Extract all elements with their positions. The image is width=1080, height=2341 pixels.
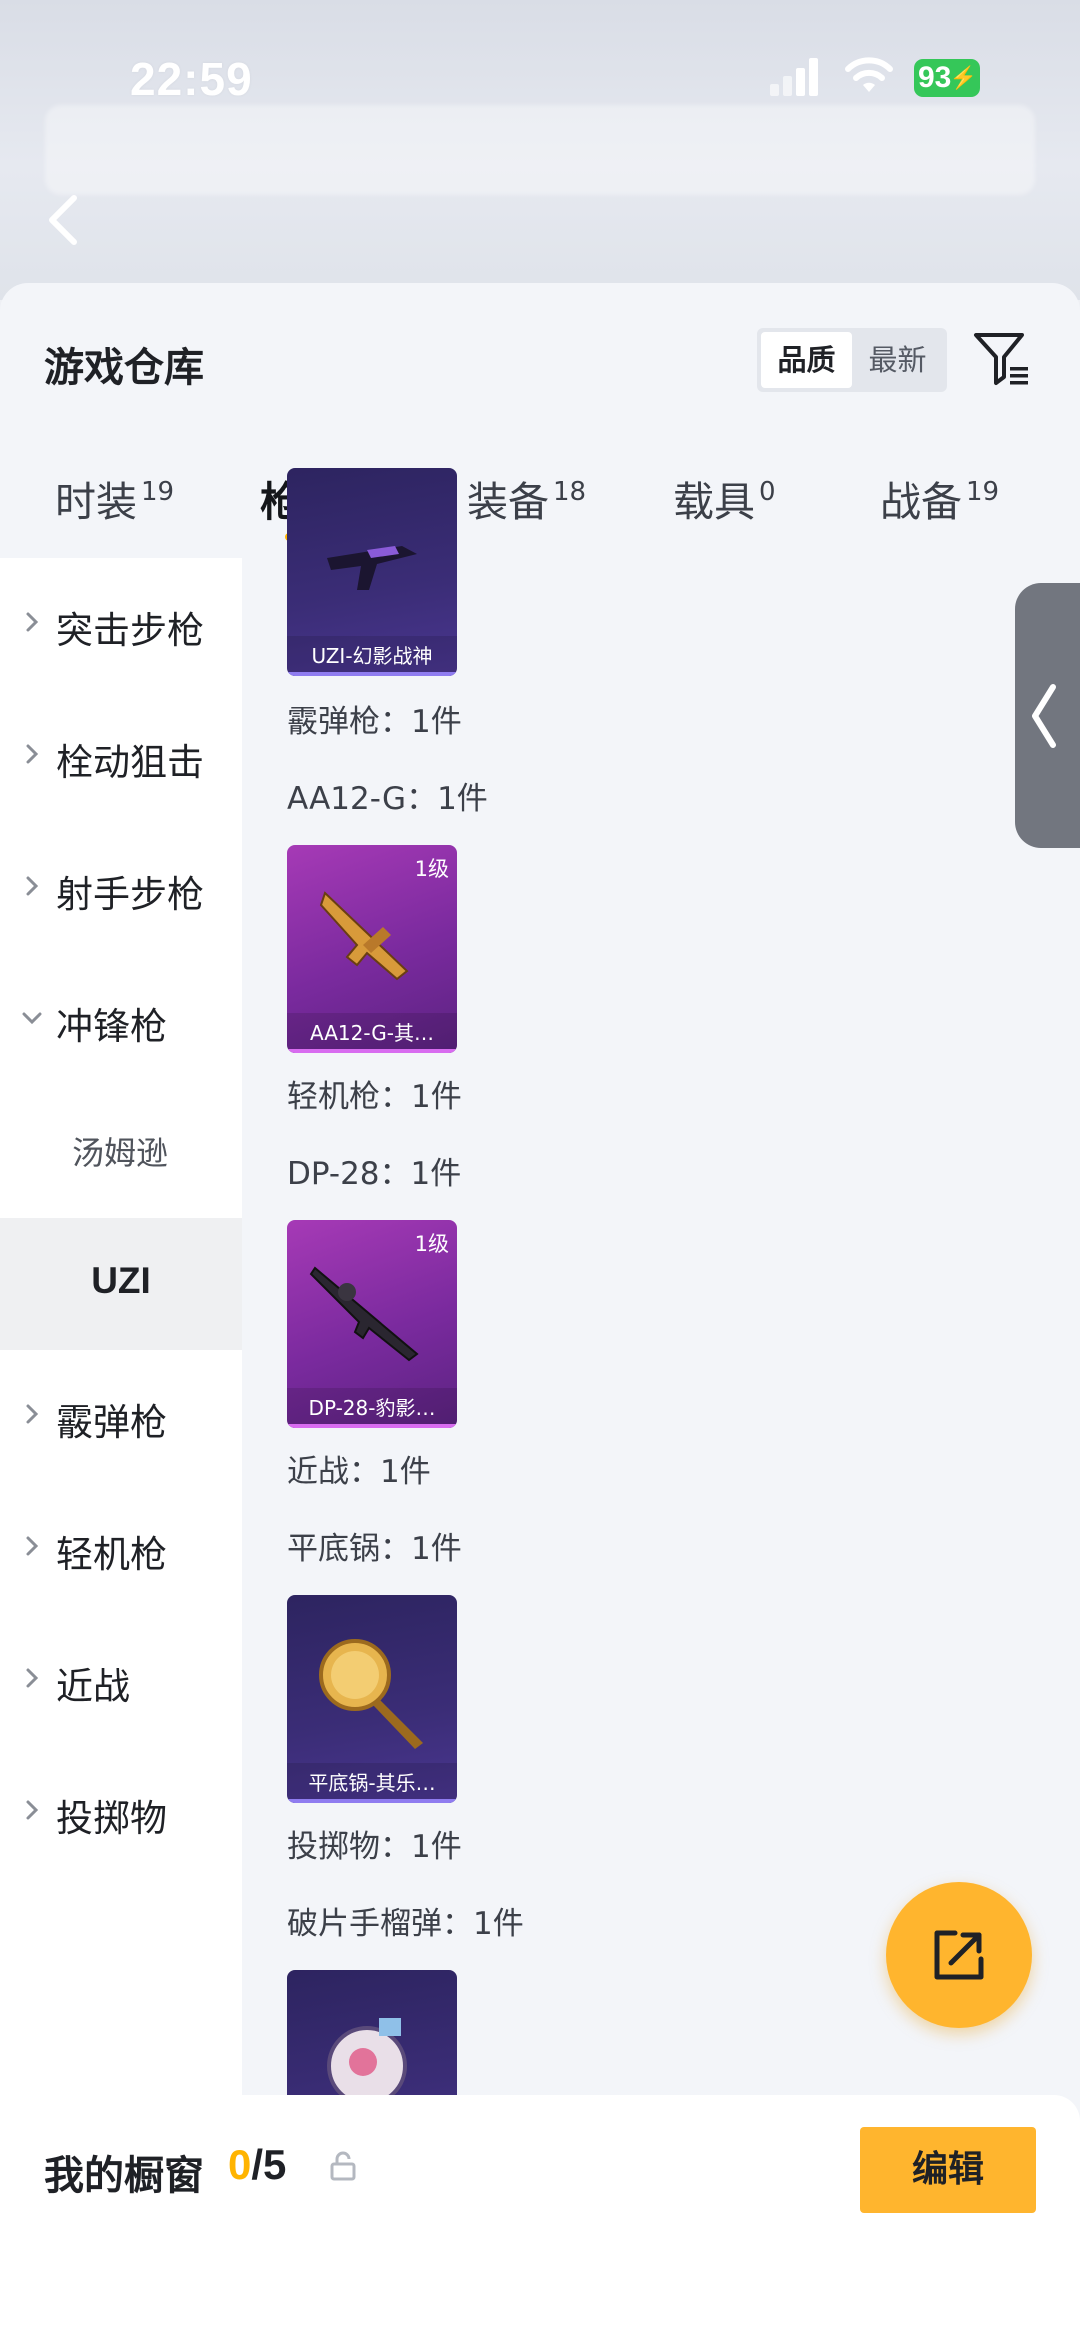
- frying-pan-icon: [319, 1639, 423, 1749]
- signal-icon: [770, 58, 820, 96]
- sidebar-item-lmg[interactable]: 轻机枪: [0, 1482, 242, 1614]
- chevron-right-icon: [26, 1668, 39, 1688]
- panel-title: 游戏仓库: [44, 345, 204, 391]
- category-count-line: 轻机枪：1件: [287, 1079, 462, 1115]
- tab-label: 装备: [467, 478, 549, 526]
- wifi-icon: [845, 57, 893, 92]
- sidebar-item-shotgun[interactable]: 霰弹枪: [0, 1350, 242, 1482]
- sort-quality-option[interactable]: 品质: [761, 332, 852, 388]
- item-card-accent: [287, 672, 457, 676]
- tab-equipment[interactable]: 装备 18: [467, 468, 586, 528]
- chevron-right-icon: [26, 1800, 39, 1820]
- sidebar-item-marksman-rifle[interactable]: 射手步枪: [0, 822, 242, 954]
- chevron-down-icon: [22, 1012, 42, 1025]
- item-card-dp28[interactable]: 1级 DP-28-豹影…: [287, 1220, 457, 1428]
- battery-charging-icon: ⚡: [949, 65, 977, 90]
- tab-count: 19: [966, 477, 1000, 507]
- tab-count: 18: [553, 477, 587, 507]
- sidebar-item-smg[interactable]: 冲锋枪: [0, 954, 242, 1086]
- category-count-line: 近战：1件: [287, 1454, 431, 1490]
- category-count-line: 投掷物：1件: [287, 1829, 462, 1865]
- chevron-right-icon: [26, 1404, 39, 1424]
- sidebar-item-label: 投掷物: [56, 1797, 167, 1840]
- item-list: UZI-幻影战神 霰弹枪：1件 AA12-G：1件 1级 AA12-G-其… 轻…: [242, 468, 1080, 2341]
- sidebar-item-bolt-sniper[interactable]: 栓动狙击: [0, 690, 242, 822]
- tab-count: 19: [141, 477, 175, 507]
- chevron-right-icon: [26, 744, 39, 764]
- chevron-right-icon: [26, 612, 39, 632]
- tab-vehicles[interactable]: 载具 0: [673, 468, 776, 528]
- item-count-line: 平底锅：1件: [287, 1531, 462, 1567]
- tab-fashion[interactable]: 时装 19: [55, 468, 174, 528]
- filter-icon[interactable]: [972, 329, 1032, 389]
- tab-label: 时装: [55, 478, 137, 526]
- battery-indicator: 93 ⚡: [914, 59, 980, 97]
- item-card-uzi-phantom[interactable]: UZI-幻影战神: [287, 468, 457, 676]
- sidebar-item-label: 霰弹枪: [56, 1401, 167, 1444]
- sidebar-item-label: 冲锋枪: [56, 1005, 167, 1048]
- tab-count: 0: [759, 477, 776, 507]
- item-card-accent: [287, 1799, 457, 1803]
- item-card-frying-pan[interactable]: 平底锅-其乐…: [287, 1595, 457, 1803]
- sidebar-item-label: UZI: [91, 1260, 151, 1301]
- item-count-line: AA12-G：1件: [287, 781, 488, 817]
- category-tabs: 时装19 枪械12 装备18 载具0 战备19: [0, 468, 1080, 558]
- warehouse-panel: 游戏仓库 品质 最新 时装19 枪械12 装备18 载具0 战备19 突击步枪: [0, 283, 1080, 2341]
- share-external-icon: [934, 1930, 984, 1980]
- sidebar-item-label: 射手步枪: [56, 873, 204, 916]
- showcase-count-current: 0: [228, 2141, 252, 2188]
- sort-newest-option[interactable]: 最新: [852, 332, 943, 388]
- shotgun-weapon-icon: [319, 891, 409, 981]
- machine-gun-weapon-icon: [309, 1266, 419, 1362]
- side-drawer-handle[interactable]: [1015, 583, 1080, 848]
- chevron-right-icon: [26, 1536, 39, 1556]
- weapon-category-sidebar: 突击步枪 栓动狙击 射手步枪 冲锋枪 汤姆逊 UZI 霰弹枪 轻机枪 近战 投掷…: [0, 558, 242, 2341]
- item-card-caption: UZI-幻影战神: [287, 636, 457, 676]
- item-card-aa12g[interactable]: 1级 AA12-G-其…: [287, 845, 457, 1053]
- showcase-label: 我的橱窗: [44, 2153, 204, 2199]
- sidebar-item-label: 突击步枪: [56, 609, 204, 652]
- back-arrow-icon[interactable]: [38, 190, 88, 250]
- sidebar-item-assault-rifle[interactable]: 突击步枪: [0, 558, 242, 690]
- sidebar-subitem-uzi[interactable]: UZI: [0, 1218, 242, 1350]
- sidebar-subitem-thompson[interactable]: 汤姆逊: [0, 1086, 242, 1218]
- item-card-caption: AA12-G-其…: [287, 1013, 457, 1053]
- sidebar-item-melee[interactable]: 近战: [0, 1614, 242, 1746]
- item-card-caption: DP-28-豹影…: [287, 1388, 457, 1428]
- edit-button[interactable]: 编辑: [860, 2127, 1036, 2213]
- sidebar-item-throwables[interactable]: 投掷物: [0, 1746, 242, 1878]
- item-count-line: DP-28：1件: [287, 1156, 462, 1192]
- sidebar-item-label: 近战: [56, 1665, 130, 1708]
- tab-supplies[interactable]: 战备 19: [880, 468, 999, 528]
- tab-label: 战备: [880, 478, 962, 526]
- showcase-count-total: /5: [251, 2141, 287, 2188]
- item-card-accent: [287, 1424, 457, 1428]
- item-card-caption: 平底锅-其乐…: [287, 1763, 457, 1803]
- showcase-bar: 我的橱窗 0/5 编辑: [0, 2095, 1080, 2341]
- share-button[interactable]: [886, 1882, 1032, 2028]
- chevron-left-icon: [1032, 684, 1056, 748]
- category-count-line: 霰弹枪：1件: [287, 704, 462, 740]
- item-card-accent: [287, 1049, 457, 1053]
- battery-level: 93: [918, 61, 952, 94]
- lock-icon: [330, 2151, 356, 2181]
- status-bar: 22:59 93 ⚡: [0, 0, 1080, 150]
- tab-label: 载具: [673, 478, 755, 526]
- showcase-count: 0/5: [228, 2141, 286, 2189]
- sort-toggle: 品质 最新: [757, 328, 947, 392]
- sidebar-item-label: 栓动狙击: [56, 741, 204, 784]
- uzi-weapon-icon: [327, 546, 417, 590]
- sidebar-item-label: 汤姆逊: [72, 1134, 169, 1172]
- chevron-right-icon: [26, 876, 39, 896]
- sidebar-item-label: 轻机枪: [56, 1533, 167, 1576]
- status-time: 22:59: [130, 53, 253, 105]
- item-count-line: 破片手榴弹：1件: [287, 1906, 524, 1942]
